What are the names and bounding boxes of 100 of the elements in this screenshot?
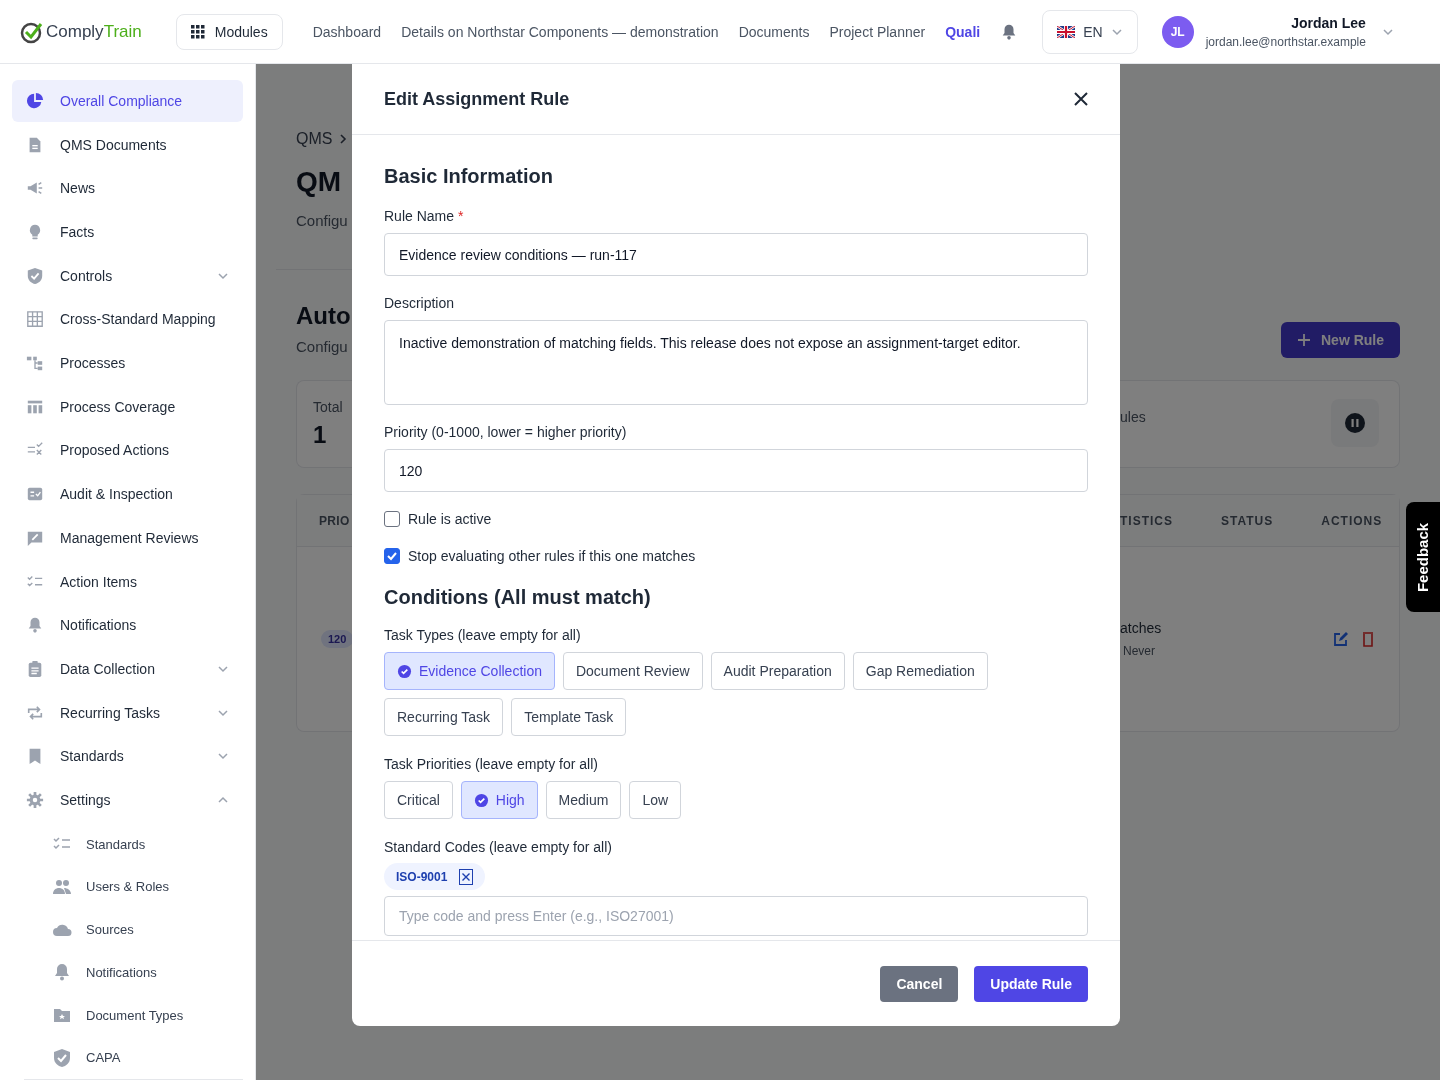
stat-value: 1 xyxy=(313,421,328,449)
table-cell: atches xyxy=(1120,620,1162,636)
priority-badge: 120 xyxy=(321,630,352,648)
priority-chip[interactable]: Critical xyxy=(384,781,453,819)
people-icon xyxy=(52,877,72,897)
sidebar-item[interactable]: Controls xyxy=(12,254,243,297)
pie-chart-icon xyxy=(26,91,44,110)
nav-link[interactable]: Details on Northstar Components — demonstration xyxy=(401,23,719,40)
table-cell-text: Never xyxy=(1123,644,1156,658)
code-tag: ISO-9001 xyxy=(384,863,486,890)
clipboard-icon xyxy=(26,660,44,678)
sidebar-subitem[interactable]: Notifications xyxy=(12,951,243,994)
sidebar-item[interactable]: Facts xyxy=(12,211,243,253)
user-avatar[interactable]: JL xyxy=(1161,15,1194,48)
breadcrumb[interactable]: QMS xyxy=(296,130,333,148)
nav-link[interactable]: Documents xyxy=(738,23,810,40)
apps-grid-icon xyxy=(190,24,205,39)
sidebar-item[interactable]: Action Items xyxy=(12,560,243,603)
edit-icon[interactable] xyxy=(1333,631,1349,647)
column-header: ACTIONS xyxy=(1321,513,1383,528)
sidebar-item[interactable]: Settings xyxy=(12,779,243,821)
priority-chip[interactable]: Medium xyxy=(545,781,622,819)
section-heading: Basic Information xyxy=(384,165,554,188)
field-label: Standard Codes (leave empty for all) xyxy=(384,839,613,855)
language-selector[interactable]: EN xyxy=(1042,9,1138,54)
shield-check-icon xyxy=(26,266,44,285)
sidebar-item[interactable]: Notifications xyxy=(12,604,243,647)
sidebar-item[interactable]: Overall Compliance xyxy=(12,80,243,122)
section-subtitle: Configu xyxy=(296,338,349,355)
checkbox-label: Stop evaluating other rules if this one matches xyxy=(408,548,696,564)
new-rule-button[interactable]: New Rule xyxy=(1281,322,1400,358)
sidebar-subitem[interactable]: Users & Roles xyxy=(12,865,243,909)
grid-icon xyxy=(26,310,44,329)
sidebar-item[interactable]: Recurring Tasks xyxy=(12,691,243,734)
column-header: STATUS xyxy=(1221,513,1274,528)
sidebar-item[interactable]: Data Collection xyxy=(12,648,243,690)
remove-tag-button[interactable] xyxy=(459,868,474,885)
check-circle-icon xyxy=(473,792,489,808)
gear-icon xyxy=(26,791,44,810)
nav-link[interactable]: Project Planner xyxy=(829,23,926,40)
field-label: Task Types (leave empty for all) xyxy=(384,627,582,643)
column-header: TISTICS xyxy=(1120,513,1173,528)
flag-icon xyxy=(1057,25,1076,38)
page-subtitle: Configu xyxy=(296,212,349,229)
sidebar-subitem[interactable]: CAPA xyxy=(12,1036,243,1080)
sidebar-item[interactable]: Processes xyxy=(12,342,243,384)
sidebar-item[interactable]: Standards xyxy=(12,735,243,778)
stat-label: ules xyxy=(1120,409,1146,425)
field-label: Description xyxy=(384,295,456,311)
page-title: QM xyxy=(296,166,343,198)
checkbox[interactable] xyxy=(384,548,400,564)
user-name: Jordan Lee xyxy=(1291,14,1366,31)
update-rule-button[interactable]: Update Rule xyxy=(974,965,1088,1002)
plus-icon xyxy=(1297,333,1311,347)
priority-chip[interactable]: Low xyxy=(629,781,682,819)
sidebar-subitem[interactable]: Standards xyxy=(12,822,243,866)
feedback-tab[interactable]: Feedback xyxy=(1406,502,1440,612)
cancel-button[interactable]: Cancel xyxy=(880,965,959,1002)
check-circle-icon xyxy=(397,663,412,679)
priority-chip[interactable]: High xyxy=(460,781,538,819)
task-type-chip[interactable]: Recurring Task xyxy=(384,698,504,736)
sidebar-item[interactable]: Management Reviews xyxy=(12,517,243,559)
section-heading: Conditions (All must match) xyxy=(384,586,652,609)
priority-field[interactable]: 120 xyxy=(384,449,1088,492)
sidebar-subitem[interactable]: Sources xyxy=(12,908,243,951)
dialog-title: Edit Assignment Rule xyxy=(384,88,570,110)
field-label: Rule Name * xyxy=(384,208,465,224)
trash-icon[interactable] xyxy=(1361,631,1375,647)
sidebar-item[interactable]: News xyxy=(12,167,243,210)
sidebar-item[interactable]: QMS Documents xyxy=(12,123,243,166)
sidebar-item[interactable]: Proposed Actions xyxy=(12,429,243,472)
sidebar-item[interactable]: Cross-Standard Mapping xyxy=(12,298,243,341)
close-icon xyxy=(1074,92,1088,106)
nav-link[interactable]: Dashboard xyxy=(312,23,382,40)
field-label: Priority (0-1000, lower = higher priority) xyxy=(384,424,628,440)
task-type-chip[interactable]: Gap Remediation xyxy=(852,652,988,690)
pause-icon xyxy=(1345,413,1365,433)
close-button[interactable] xyxy=(1074,92,1088,106)
nav-link[interactable]: Quali xyxy=(945,23,981,40)
task-type-chip[interactable]: Document Review xyxy=(562,652,703,690)
stat-label: Total xyxy=(313,399,344,415)
sidebar-item[interactable]: Process Coverage xyxy=(12,385,243,428)
flow-icon xyxy=(26,354,44,373)
user-email: jordan.lee@northstar.example xyxy=(1205,34,1366,49)
bell-icon xyxy=(52,962,72,983)
description-field[interactable]: Inactive demonstration of matching fields. This release does not expose an assignment-target editor. xyxy=(384,320,1088,405)
modules-button[interactable]: Modules xyxy=(175,13,283,50)
code-input-field[interactable]: Type code and press Enter (e.g., ISO27001) xyxy=(384,896,1088,936)
checkbox-label: Rule is active xyxy=(408,511,492,527)
bell-icon xyxy=(26,616,44,635)
sidebar-subitem[interactable]: Document Types xyxy=(12,993,243,1037)
repeat-icon xyxy=(26,703,44,722)
chevron-right-icon xyxy=(338,133,349,145)
task-type-chip[interactable]: Template Task xyxy=(511,698,627,736)
task-type-chip[interactable]: Evidence Collection xyxy=(384,652,555,690)
logo-text: ComplyTrain xyxy=(46,21,142,42)
checkbox[interactable] xyxy=(384,511,400,527)
task-type-chip[interactable]: Audit Preparation xyxy=(710,652,845,690)
sidebar-item[interactable]: Audit & Inspection xyxy=(12,473,243,516)
rule-name-field[interactable]: Evidence review conditions — run-117 xyxy=(384,233,1088,276)
